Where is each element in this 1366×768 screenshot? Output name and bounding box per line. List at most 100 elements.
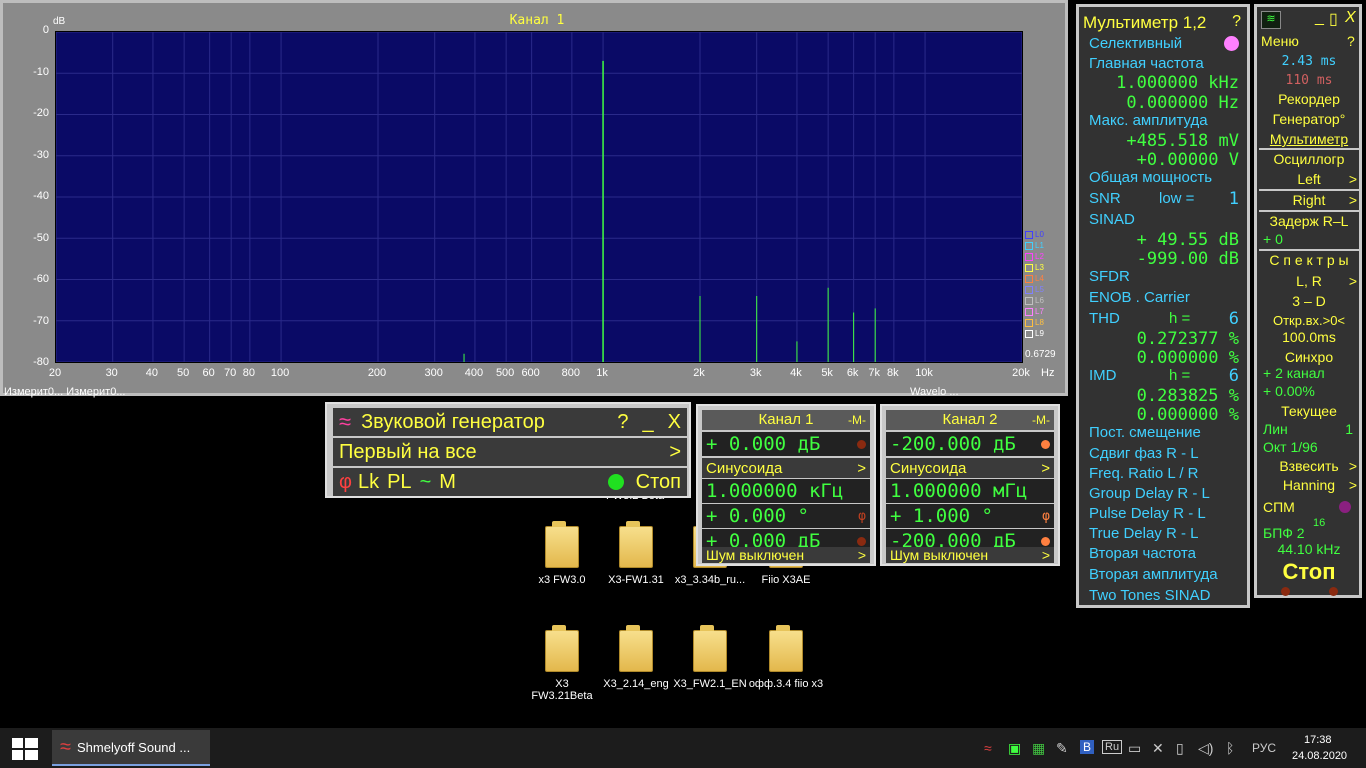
tray-tool-icon[interactable]: ✎ (1056, 740, 1068, 757)
language-indicator[interactable]: РУС (1252, 741, 1276, 755)
stop-button[interactable]: Стоп (1261, 559, 1357, 585)
right-channel-button[interactable]: Right > (1261, 192, 1357, 208)
tray-scope-icon[interactable]: ▣ (1008, 740, 1021, 757)
app-logo-icon[interactable]: ≋ (1261, 11, 1281, 29)
open-input-label[interactable]: Откр.вх.>0< (1261, 313, 1357, 328)
legend-item[interactable]: L7 (1025, 306, 1049, 317)
stop-button[interactable]: Стоп (636, 471, 681, 494)
second-amplitude-item[interactable]: Вторая амплитуда (1089, 566, 1218, 583)
tray-tool2-icon[interactable]: ✕ (1152, 740, 1164, 757)
oscilloscope-button[interactable]: Осциллогр (1261, 151, 1357, 167)
legend-item[interactable]: L4 (1025, 273, 1049, 284)
desktop-icon[interactable]: x3 FW3.0 (524, 521, 600, 586)
oct-label[interactable]: Окт 1/96 (1261, 439, 1357, 455)
two-tones-sinad-item[interactable]: Two Tones SINAD (1089, 587, 1210, 604)
snr-label[interactable]: SNR (1089, 190, 1121, 207)
tray-wave-icon[interactable]: ≈ (984, 740, 992, 756)
channel2-noise[interactable]: Шум выключен > (886, 547, 1054, 563)
tray-b-icon[interactable]: B (1080, 740, 1095, 754)
minimize-button[interactable]: _ (643, 411, 654, 434)
generator-button[interactable]: Генератор° (1261, 111, 1357, 127)
wave-button[interactable]: ~ (420, 471, 432, 494)
sync-channel[interactable]: + 2 канал (1261, 365, 1357, 381)
close-button[interactable]: X (1345, 9, 1356, 27)
legend-item[interactable]: L6 (1025, 295, 1049, 306)
sfdr-label[interactable]: SFDR (1089, 268, 1130, 285)
menu-button[interactable]: Меню (1261, 33, 1299, 49)
sync-button[interactable]: Синхро (1261, 349, 1357, 365)
pl-button[interactable]: PL (387, 471, 411, 494)
imd-h-value[interactable]: 6 (1229, 366, 1239, 386)
thd-label[interactable]: THD (1089, 310, 1120, 327)
low-value[interactable]: 1 (1229, 189, 1239, 209)
windows-start-icon[interactable] (12, 738, 38, 760)
3d-button[interactable]: 3 – D (1261, 293, 1357, 309)
clock-date[interactable]: 24.08.2020 (1292, 750, 1347, 762)
phase-shift-item[interactable]: Сдвиг фаз R - L (1089, 445, 1199, 462)
clock-time[interactable]: 17:38 (1304, 734, 1332, 746)
legend-item[interactable]: L1 (1025, 240, 1049, 251)
spectrum-plot[interactable] (55, 31, 1023, 363)
channel2-frequency[interactable]: 1.000000 мГц (886, 479, 1054, 503)
selective-label[interactable]: Селективный (1089, 35, 1182, 52)
legend-item[interactable]: L2 (1025, 251, 1049, 262)
desktop-icon[interactable]: X3 FW3.21Beta (524, 625, 600, 702)
main-frequency-label[interactable]: Главная частота (1089, 55, 1204, 72)
group-delay-item[interactable]: Group Delay R - L (1089, 485, 1210, 502)
second-frequency-item[interactable]: Вторая частота (1089, 545, 1196, 562)
pulse-delay-item[interactable]: Pulse Delay R - L (1089, 505, 1206, 522)
delay-label[interactable]: Задерж R–L (1261, 213, 1357, 229)
fft-label[interactable]: БПФ 2 (1261, 525, 1357, 541)
m-button[interactable]: M (439, 471, 456, 494)
channel2-phase[interactable]: + 1.000 ° φ (886, 504, 1054, 528)
help-button[interactable]: ? (617, 411, 628, 434)
recorder-button[interactable]: Рекордер (1261, 91, 1357, 107)
freq-ratio-item[interactable]: Freq. Ratio L / R (1089, 465, 1198, 482)
legend-item[interactable]: L0 (1025, 229, 1049, 240)
tray-device-icon[interactable]: ▯ (1176, 740, 1184, 757)
spectra-button[interactable]: С п е к т р ы (1261, 252, 1357, 268)
channel1-level[interactable]: + 0.000 дБ (702, 432, 870, 456)
phi-icon[interactable]: φ (339, 471, 352, 494)
multimeter-button[interactable]: Мультиметр (1261, 131, 1357, 147)
hanning-button[interactable]: Hanning > (1261, 477, 1357, 493)
channel1-noise[interactable]: Шум выключен > (702, 547, 870, 563)
tray-network-icon[interactable]: ▭ (1128, 740, 1141, 757)
minimize-button[interactable]: _ (1315, 9, 1324, 27)
selective-indicator[interactable] (1224, 36, 1239, 51)
legend-item[interactable]: L8 (1025, 317, 1049, 328)
weigh-button[interactable]: Взвесить > (1261, 458, 1357, 474)
channel2-m[interactable]: -M- (1032, 410, 1050, 430)
total-power-label[interactable]: Общая мощность (1089, 169, 1212, 186)
desktop-icon[interactable]: X3_2.14_eng (598, 625, 674, 690)
first-on-all-row[interactable]: Первый на все > (333, 438, 687, 466)
channel2-level[interactable]: -200.000 дБ (886, 432, 1054, 456)
channel1-waveform[interactable]: Синусоида > (702, 458, 870, 478)
legend-item[interactable]: L3 (1025, 262, 1049, 273)
bluetooth-icon[interactable]: ᛒ (1226, 740, 1234, 756)
help-button[interactable]: ? (1347, 33, 1355, 49)
thd-h-value[interactable]: 6 (1229, 309, 1239, 329)
lr-button[interactable]: L, R > (1261, 273, 1357, 289)
channel2-waveform[interactable]: Синусоида > (886, 458, 1054, 478)
desktop-icon[interactable]: X3-FW1.31 (598, 521, 674, 586)
imd-label[interactable]: IMD (1089, 367, 1117, 384)
psd-led[interactable] (1339, 501, 1351, 513)
maximize-button[interactable]: ▯ (1329, 9, 1338, 29)
tray-ru-icon[interactable]: Ru (1102, 740, 1123, 754)
sinad-label[interactable]: SINAD (1089, 211, 1135, 228)
max-amplitude-label[interactable]: Макс. амплитуда (1089, 112, 1208, 129)
enob-label[interactable]: ENOB . Carrier (1089, 289, 1190, 306)
close-button[interactable]: X (668, 411, 681, 434)
help-button[interactable]: ? (1232, 13, 1241, 31)
volume-icon[interactable]: ◁) (1198, 740, 1213, 757)
desktop-icon[interactable]: X3_FW2.1_EN (672, 625, 748, 690)
true-delay-item[interactable]: True Delay R - L (1089, 525, 1198, 542)
channel1-phase[interactable]: + 0.000 ° φ (702, 504, 870, 528)
taskbar-app-button[interactable]: ≈ Shmelyoff Sound ... (52, 730, 210, 766)
legend-item[interactable]: L5 (1025, 284, 1049, 295)
left-channel-button[interactable]: Left > (1261, 171, 1357, 187)
desktop-icon[interactable]: офф.3.4 fiio x3 (748, 625, 824, 690)
channel1-frequency[interactable]: 1.000000 кГц (702, 479, 870, 503)
sample-rate[interactable]: 44.10 kHz (1261, 541, 1357, 557)
